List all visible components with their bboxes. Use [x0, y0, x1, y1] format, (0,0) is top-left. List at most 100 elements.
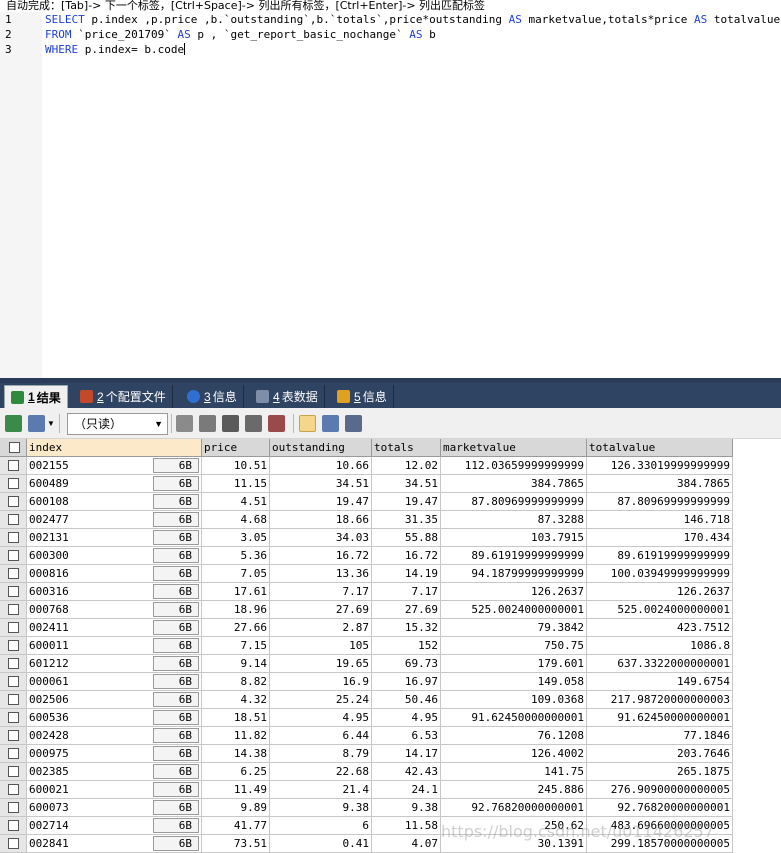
row-checkbox[interactable]: [0, 529, 27, 547]
column-header-price[interactable]: price: [202, 439, 270, 457]
cell-index[interactable]: 000061 6B: [27, 673, 202, 691]
tab-profiles[interactable]: 2 个配置文件: [74, 385, 173, 408]
blob-size-badge[interactable]: 6B: [153, 530, 199, 545]
row-checkbox[interactable]: [0, 547, 27, 565]
code-line[interactable]: FROM `price_201709` AS p , `get_report_b…: [45, 27, 436, 42]
cell-index[interactable]: 600536 6B: [27, 709, 202, 727]
result-grid[interactable]: index price outstanding totals marketval…: [0, 439, 781, 853]
cell-price[interactable]: 14.38: [202, 745, 270, 763]
cell-outstanding[interactable]: 8.79: [270, 745, 372, 763]
row-checkbox[interactable]: [0, 619, 27, 637]
cell-totals[interactable]: 42.43: [372, 763, 441, 781]
cell-marketvalue[interactable]: 141.75: [441, 763, 587, 781]
cell-totalvalue[interactable]: 423.7512: [587, 619, 733, 637]
row-checkbox[interactable]: [0, 457, 27, 475]
table-row[interactable]: 002506 6B 4.32 25.24 50.46 109.0368 217.987200…: [0, 691, 733, 709]
cell-marketvalue[interactable]: 103.7915: [441, 529, 587, 547]
row-checkbox[interactable]: [0, 673, 27, 691]
blob-size-badge[interactable]: 6B: [153, 710, 199, 725]
cell-index[interactable]: 002131 6B: [27, 529, 202, 547]
cell-marketvalue[interactable]: 179.601: [441, 655, 587, 673]
table-row[interactable]: 600536 6B 18.51 4.95 4.95 91.62450000000001 91…: [0, 709, 733, 727]
cell-totals[interactable]: 11.58: [372, 817, 441, 835]
cell-totals[interactable]: 14.19: [372, 565, 441, 583]
cell-outstanding[interactable]: 13.36: [270, 565, 372, 583]
cell-totals[interactable]: 14.17: [372, 745, 441, 763]
table-row[interactable]: 002155 6B 10.51 10.66 12.02 112.0365999999999…: [0, 457, 733, 475]
row-checkbox[interactable]: [0, 781, 27, 799]
cell-totalvalue[interactable]: 170.434: [587, 529, 733, 547]
cell-totals[interactable]: 4.07: [372, 835, 441, 853]
cell-index[interactable]: 600021 6B: [27, 781, 202, 799]
row-checkbox[interactable]: [0, 817, 27, 835]
tab-results[interactable]: 1 结果: [4, 385, 68, 408]
cell-price[interactable]: 4.32: [202, 691, 270, 709]
cell-price[interactable]: 27.66: [202, 619, 270, 637]
cell-totals[interactable]: 9.38: [372, 799, 441, 817]
table-row[interactable]: 600316 6B 17.61 7.17 7.17 126.2637 126.2637: [0, 583, 733, 601]
cell-marketvalue[interactable]: 89.61919999999999: [441, 547, 587, 565]
cell-price[interactable]: 5.36: [202, 547, 270, 565]
cell-totals[interactable]: 24.1: [372, 781, 441, 799]
cell-outstanding[interactable]: 34.03: [270, 529, 372, 547]
cell-totals[interactable]: 6.53: [372, 727, 441, 745]
cell-totals[interactable]: 7.17: [372, 583, 441, 601]
cell-marketvalue[interactable]: 92.76820000000001: [441, 799, 587, 817]
cell-outstanding[interactable]: 21.4: [270, 781, 372, 799]
cell-totals[interactable]: 55.88: [372, 529, 441, 547]
blob-size-badge[interactable]: 6B: [153, 602, 199, 617]
cell-totals[interactable]: 19.47: [372, 493, 441, 511]
row-checkbox[interactable]: [0, 763, 27, 781]
cell-totals[interactable]: 27.69: [372, 601, 441, 619]
cell-totalvalue[interactable]: 77.1846: [587, 727, 733, 745]
cell-marketvalue[interactable]: 30.1391: [441, 835, 587, 853]
cell-totals[interactable]: 50.46: [372, 691, 441, 709]
code-line[interactable]: WHERE p.index= b.code: [45, 42, 186, 57]
dropdown-arrow-icon[interactable]: ▼: [47, 419, 55, 428]
cell-index[interactable]: 002411 6B: [27, 619, 202, 637]
cell-index[interactable]: 002506 6B: [27, 691, 202, 709]
cell-price[interactable]: 4.68: [202, 511, 270, 529]
select-all-checkbox[interactable]: [0, 439, 27, 457]
table-row[interactable]: 002131 6B 3.05 34.03 55.88 103.7915 170.434: [0, 529, 733, 547]
cell-totalvalue[interactable]: 217.98720000000003: [587, 691, 733, 709]
row-checkbox[interactable]: [0, 709, 27, 727]
cell-outstanding[interactable]: 27.69: [270, 601, 372, 619]
copy-row-icon[interactable]: [199, 415, 216, 432]
cell-totalvalue[interactable]: 92.76820000000001: [587, 799, 733, 817]
cell-price[interactable]: 17.61: [202, 583, 270, 601]
cell-totalvalue[interactable]: 126.33019999999999: [587, 457, 733, 475]
tab-info[interactable]: 3 信息: [181, 385, 244, 408]
cell-index[interactable]: 600011 6B: [27, 637, 202, 655]
code-line[interactable]: SELECT p.index ,p.price ,b.`outstanding`…: [45, 12, 780, 27]
cell-index[interactable]: 000975 6B: [27, 745, 202, 763]
cell-totals[interactable]: 12.02: [372, 457, 441, 475]
column-header-totalvalue[interactable]: totalvalue: [587, 439, 733, 457]
cell-totalvalue[interactable]: 265.1875: [587, 763, 733, 781]
cell-index[interactable]: 002155 6B: [27, 457, 202, 475]
cell-marketvalue[interactable]: 250.62: [441, 817, 587, 835]
save-icon[interactable]: [222, 415, 239, 432]
cell-marketvalue[interactable]: 126.4002: [441, 745, 587, 763]
table-row[interactable]: 600489 6B 11.15 34.51 34.51 384.7865 384.7865: [0, 475, 733, 493]
cell-outstanding[interactable]: 7.17: [270, 583, 372, 601]
blob-size-badge[interactable]: 6B: [153, 800, 199, 815]
cell-marketvalue[interactable]: 91.62450000000001: [441, 709, 587, 727]
add-row-icon[interactable]: [176, 415, 193, 432]
cell-totals[interactable]: 34.51: [372, 475, 441, 493]
tab-table-data[interactable]: 4 表数据: [250, 385, 325, 408]
cell-marketvalue[interactable]: 245.886: [441, 781, 587, 799]
cell-marketvalue[interactable]: 750.75: [441, 637, 587, 655]
cell-marketvalue[interactable]: 94.18799999999999: [441, 565, 587, 583]
blob-size-badge[interactable]: 6B: [153, 620, 199, 635]
cell-totals[interactable]: 69.73: [372, 655, 441, 673]
cell-totalvalue[interactable]: 299.18570000000005: [587, 835, 733, 853]
cell-totals[interactable]: 15.32: [372, 619, 441, 637]
cell-price[interactable]: 11.49: [202, 781, 270, 799]
table-row[interactable]: 000975 6B 14.38 8.79 14.17 126.4002 203.7646: [0, 745, 733, 763]
cell-outstanding[interactable]: 19.65: [270, 655, 372, 673]
cell-marketvalue[interactable]: 79.3842: [441, 619, 587, 637]
cell-outstanding[interactable]: 25.24: [270, 691, 372, 709]
blob-size-badge[interactable]: 6B: [153, 566, 199, 581]
row-checkbox[interactable]: [0, 475, 27, 493]
